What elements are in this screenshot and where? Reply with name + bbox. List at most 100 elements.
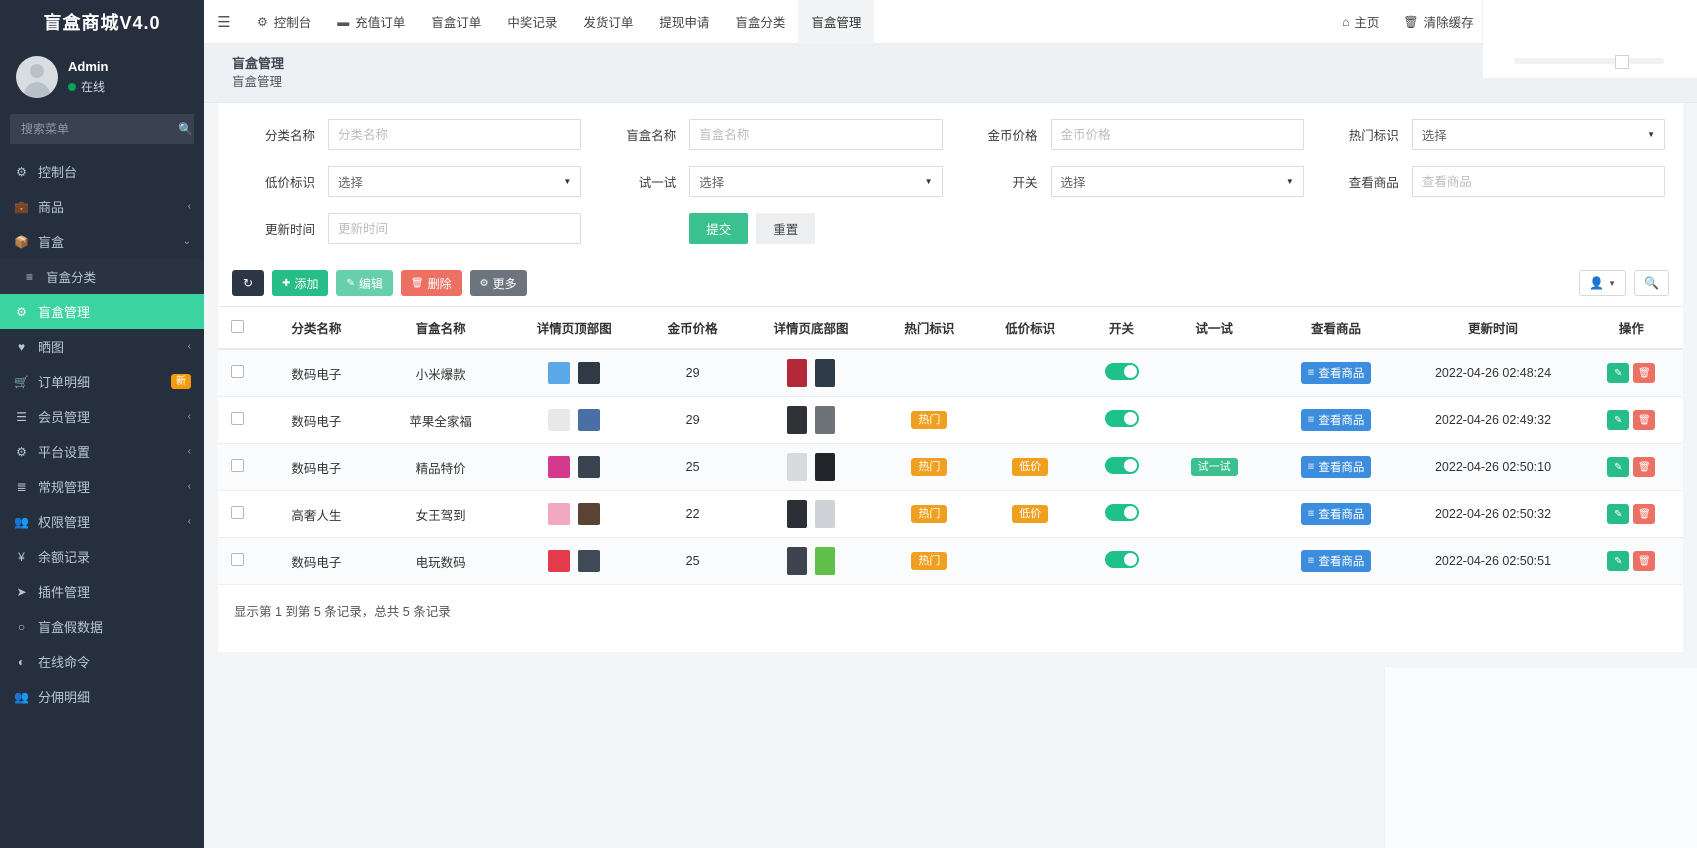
product-thumbnail-icon[interactable] bbox=[815, 547, 835, 575]
row-delete-button[interactable]: 🗑 bbox=[1633, 457, 1655, 477]
table-row[interactable]: 高奢人生女王驾到22热门低价≡查看商品2022-04-26 02:50:32✎🗑 bbox=[218, 491, 1683, 538]
nav-tab-3[interactable]: 中奖记录 bbox=[494, 0, 570, 44]
nav-tab-1[interactable]: ▬充值订单 bbox=[324, 0, 418, 44]
nav-tab-0[interactable]: ⚙控制台 bbox=[244, 0, 324, 44]
row-delete-button[interactable]: 🗑 bbox=[1633, 363, 1655, 383]
hamburger-icon[interactable]: ☰ bbox=[204, 0, 244, 44]
view-product-button[interactable]: ≡查看商品 bbox=[1301, 503, 1372, 525]
search-input[interactable] bbox=[19, 121, 178, 137]
sidebar-item-14[interactable]: ◐在线命令 bbox=[0, 644, 204, 679]
view-product-button[interactable]: ≡查看商品 bbox=[1301, 362, 1372, 384]
form-select-3[interactable]: 选择▼ bbox=[1412, 119, 1665, 150]
nav-tab-7[interactable]: 盲盒管理 bbox=[798, 0, 874, 44]
form-input-1[interactable] bbox=[689, 119, 942, 150]
row-edit-button[interactable]: ✎ bbox=[1607, 457, 1629, 477]
sidebar-item-6[interactable]: 🛒订单明细新 bbox=[0, 364, 204, 399]
toolbar-button-0[interactable]: ✚添加 bbox=[272, 270, 328, 296]
product-thumbnail-icon[interactable] bbox=[548, 503, 570, 525]
product-thumbnail-icon[interactable] bbox=[548, 456, 570, 478]
row-checkbox[interactable] bbox=[231, 365, 244, 378]
product-thumbnail-icon[interactable] bbox=[787, 453, 807, 481]
nav-right-window-icon[interactable]: ⧉ bbox=[1486, 0, 1523, 44]
nav-right-清除缓存[interactable]: 🗑清除缓存 bbox=[1391, 0, 1485, 44]
view-product-button[interactable]: ≡查看商品 bbox=[1301, 456, 1372, 478]
sidebar-search[interactable]: 🔍 bbox=[10, 114, 194, 144]
product-thumbnail-icon[interactable] bbox=[815, 406, 835, 434]
sidebar-item-10[interactable]: 👥权限管理‹ bbox=[0, 504, 204, 539]
toolbar-button-3[interactable]: ⚙更多 bbox=[470, 270, 527, 296]
form-select-4[interactable]: 选择▼ bbox=[328, 166, 581, 197]
row-edit-button[interactable]: ✎ bbox=[1607, 363, 1629, 383]
nav-tab-4[interactable]: 发货订单 bbox=[570, 0, 646, 44]
row-checkbox[interactable] bbox=[231, 459, 244, 472]
nav-tab-5[interactable]: 提现申请 bbox=[646, 0, 722, 44]
table-row[interactable]: 数码电子小米爆款29≡查看商品2022-04-26 02:48:24✎🗑 bbox=[218, 349, 1683, 397]
view-product-button[interactable]: ≡查看商品 bbox=[1301, 550, 1372, 572]
sidebar-item-7[interactable]: ☰会员管理‹ bbox=[0, 399, 204, 434]
product-thumbnail-icon[interactable] bbox=[787, 406, 807, 434]
sidebar-item-8[interactable]: ⚙平台设置‹ bbox=[0, 434, 204, 469]
form-input-0[interactable] bbox=[328, 119, 581, 150]
table-row[interactable]: 数码电子苹果全家福29热门≡查看商品2022-04-26 02:49:32✎🗑 bbox=[218, 397, 1683, 444]
row-delete-button[interactable]: 🗑 bbox=[1633, 551, 1655, 571]
nav-right-fullscreen-icon[interactable]: ⤢ bbox=[1522, 0, 1560, 44]
form-input-7[interactable] bbox=[1412, 166, 1665, 197]
sidebar-item-1[interactable]: 💼商品‹ bbox=[0, 189, 204, 224]
row-delete-button[interactable]: 🗑 bbox=[1633, 410, 1655, 430]
row-checkbox[interactable] bbox=[231, 412, 244, 425]
product-thumbnail-icon[interactable] bbox=[578, 409, 600, 431]
row-edit-button[interactable]: ✎ bbox=[1607, 504, 1629, 524]
sidebar-item-9[interactable]: ≣常规管理‹ bbox=[0, 469, 204, 504]
search-icon[interactable]: 🔍 bbox=[178, 122, 193, 136]
nav-right-gear-icon[interactable]: ⚙ bbox=[1650, 0, 1689, 44]
product-thumbnail-icon[interactable] bbox=[548, 550, 570, 572]
status-toggle[interactable] bbox=[1105, 551, 1139, 568]
sidebar-item-15[interactable]: 👥分佣明细 bbox=[0, 679, 204, 714]
row-edit-button[interactable]: ✎ bbox=[1607, 410, 1629, 430]
sidebar-item-11[interactable]: ¥余额记录 bbox=[0, 539, 204, 574]
form-select-5[interactable]: 选择▼ bbox=[689, 166, 942, 197]
product-thumbnail-icon[interactable] bbox=[815, 500, 835, 528]
row-edit-button[interactable]: ✎ bbox=[1607, 551, 1629, 571]
sidebar-item-2[interactable]: 📦盲盒⌄ bbox=[0, 224, 204, 259]
nav-tab-6[interactable]: 盲盒分类 bbox=[722, 0, 798, 44]
sidebar-item-0[interactable]: ⚙控制台 bbox=[0, 154, 204, 189]
sidebar-item-13[interactable]: ○盲盒假数据 bbox=[0, 609, 204, 644]
sidebar-item-3[interactable]: ≡盲盒分类 bbox=[0, 259, 204, 294]
form-select-6[interactable]: 选择▼ bbox=[1051, 166, 1304, 197]
sidebar-item-12[interactable]: ➤插件管理 bbox=[0, 574, 204, 609]
reset-button[interactable]: 重置 bbox=[756, 213, 815, 244]
toolbar-button-2[interactable]: 🗑删除 bbox=[401, 270, 462, 296]
sidebar-user-panel[interactable]: Admin 在线 bbox=[0, 44, 204, 112]
sidebar-item-5[interactable]: ♥晒图‹ bbox=[0, 329, 204, 364]
nav-right-Admin[interactable]: Admin bbox=[1560, 0, 1650, 44]
status-toggle[interactable] bbox=[1105, 457, 1139, 474]
nav-tab-2[interactable]: 盲盒订单 bbox=[418, 0, 494, 44]
view-product-button[interactable]: ≡查看商品 bbox=[1301, 409, 1372, 431]
product-thumbnail-icon[interactable] bbox=[787, 547, 807, 575]
product-thumbnail-icon[interactable] bbox=[578, 503, 600, 525]
product-thumbnail-icon[interactable] bbox=[787, 500, 807, 528]
product-thumbnail-icon[interactable] bbox=[787, 359, 807, 387]
product-thumbnail-icon[interactable] bbox=[578, 362, 600, 384]
product-thumbnail-icon[interactable] bbox=[578, 550, 600, 572]
form-input-2[interactable] bbox=[1051, 119, 1304, 150]
table-row[interactable]: 数码电子精品特价25热门低价试一试≡查看商品2022-04-26 02:50:1… bbox=[218, 444, 1683, 491]
status-toggle[interactable] bbox=[1105, 504, 1139, 521]
form-input-8[interactable] bbox=[328, 213, 581, 244]
product-thumbnail-icon[interactable] bbox=[815, 359, 835, 387]
row-checkbox[interactable] bbox=[231, 553, 244, 566]
product-thumbnail-icon[interactable] bbox=[578, 456, 600, 478]
status-toggle[interactable] bbox=[1105, 410, 1139, 427]
product-thumbnail-icon[interactable] bbox=[815, 453, 835, 481]
row-checkbox[interactable] bbox=[231, 506, 244, 519]
toolbar-button-1[interactable]: ✎编辑 bbox=[336, 270, 392, 296]
row-delete-button[interactable]: 🗑 bbox=[1633, 504, 1655, 524]
columns-toggle-button[interactable]: 👤 ▼ bbox=[1579, 270, 1626, 296]
submit-button[interactable]: 提交 bbox=[689, 213, 748, 244]
table-row[interactable]: 数码电子电玩数码25热门≡查看商品2022-04-26 02:50:51✎🗑 bbox=[218, 538, 1683, 585]
product-thumbnail-icon[interactable] bbox=[548, 362, 570, 384]
nav-right-主页[interactable]: ⌂主页 bbox=[1330, 0, 1391, 44]
sidebar-item-4[interactable]: ⚙盲盒管理 bbox=[0, 294, 204, 329]
refresh-button[interactable]: ↻ bbox=[232, 270, 264, 296]
